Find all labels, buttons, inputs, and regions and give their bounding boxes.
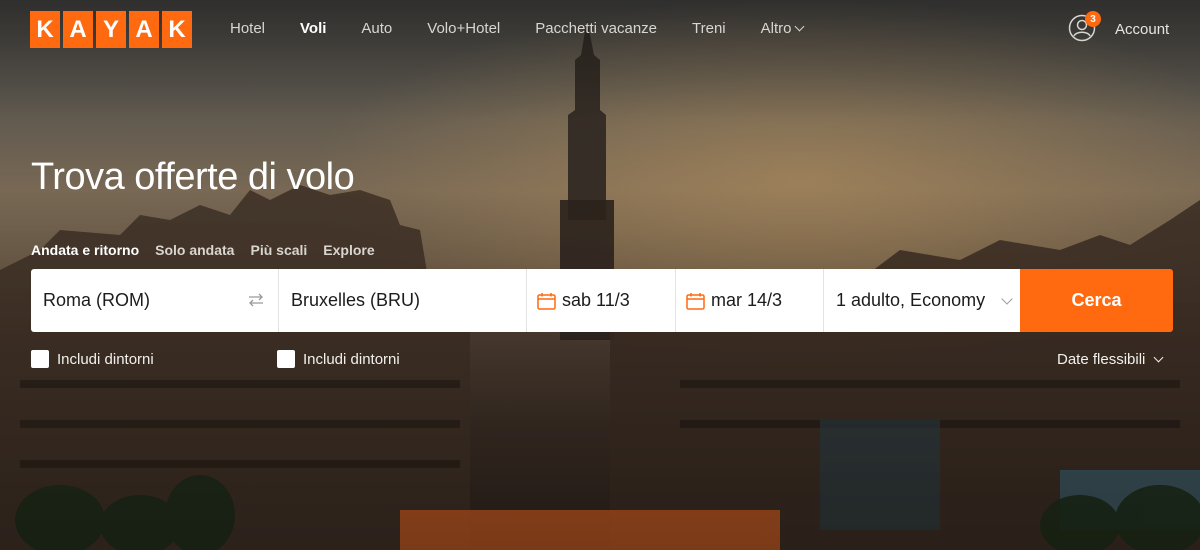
main-nav: Hotel Voli Auto Volo+Hotel Pacchetti vac… — [230, 20, 838, 37]
depart-date-value: sab 11/3 — [562, 290, 630, 310]
nav-hotel[interactable]: Hotel — [230, 20, 265, 37]
destination-nearby-label: Includi dintorni — [303, 350, 400, 368]
return-date-value: mar 14/3 — [711, 290, 783, 310]
flight-search-form: Roma (ROM) Bruxelles (BRU) sab 11/3 mar … — [31, 269, 1173, 332]
account-menu[interactable]: 3 Account — [1068, 11, 1170, 42]
search-button[interactable]: Cerca — [1020, 269, 1173, 332]
account-label: Account — [1115, 20, 1170, 38]
flexible-dates-dropdown[interactable]: Date flessibili — [1057, 351, 1164, 368]
calendar-icon — [537, 292, 556, 310]
logo-letter: Y — [96, 11, 126, 48]
chevron-down-icon — [1001, 293, 1013, 305]
nav-more[interactable]: Altro — [760, 20, 805, 37]
return-date-field[interactable]: mar 14/3 — [675, 269, 823, 332]
destination-field[interactable]: Bruxelles (BRU) — [278, 269, 526, 332]
trip-type-one-way[interactable]: Solo andata — [155, 242, 234, 258]
trip-type-multi-city[interactable]: Più scali — [250, 242, 307, 258]
nav-flights[interactable]: Voli — [300, 20, 326, 37]
logo-letter: A — [129, 11, 159, 48]
origin-nearby-label: Includi dintorni — [57, 350, 154, 368]
trip-type-round-trip[interactable]: Andata e ritorno — [31, 242, 139, 258]
trip-type-explore[interactable]: Explore — [323, 242, 374, 258]
kayak-logo[interactable]: K A Y A K — [30, 11, 192, 48]
logo-letter: K — [162, 11, 192, 48]
logo-letter: K — [30, 11, 60, 48]
trip-type-selector: Andata e ritorno Solo andata Più scali E… — [31, 242, 391, 258]
nav-more-label: Altro — [760, 20, 792, 37]
nav-packages[interactable]: Pacchetti vacanze — [535, 20, 657, 37]
user-avatar: 3 — [1068, 11, 1101, 42]
swap-icon[interactable] — [248, 293, 264, 307]
origin-value: Roma (ROM) — [43, 290, 150, 310]
origin-nearby-checkbox[interactable]: Includi dintorni — [31, 350, 154, 368]
checkbox-box[interactable] — [277, 350, 295, 368]
chevron-down-icon — [1153, 352, 1164, 363]
nav-cars[interactable]: Auto — [361, 20, 392, 37]
notification-badge: 3 — [1085, 11, 1101, 27]
origin-field[interactable]: Roma (ROM) — [31, 269, 278, 332]
nav-trains[interactable]: Treni — [692, 20, 726, 37]
nav-flight-hotel[interactable]: Volo+Hotel — [427, 20, 500, 37]
passengers-cabin-select[interactable]: 1 adulto, Economy — [823, 269, 1020, 332]
logo-letter: A — [63, 11, 93, 48]
calendar-icon — [686, 292, 705, 310]
flexible-dates-label: Date flessibili — [1057, 351, 1146, 368]
destination-value: Bruxelles (BRU) — [291, 290, 421, 310]
checkbox-box[interactable] — [31, 350, 49, 368]
page-title: Trova offerte di volo — [31, 156, 355, 198]
passengers-value: 1 adulto, Economy — [836, 290, 986, 310]
chevron-down-icon — [795, 21, 805, 32]
depart-date-field[interactable]: sab 11/3 — [526, 269, 675, 332]
top-navigation: K A Y A K Hotel Voli Auto Volo+Hotel Pac… — [0, 0, 1200, 60]
destination-nearby-checkbox[interactable]: Includi dintorni — [277, 350, 400, 368]
